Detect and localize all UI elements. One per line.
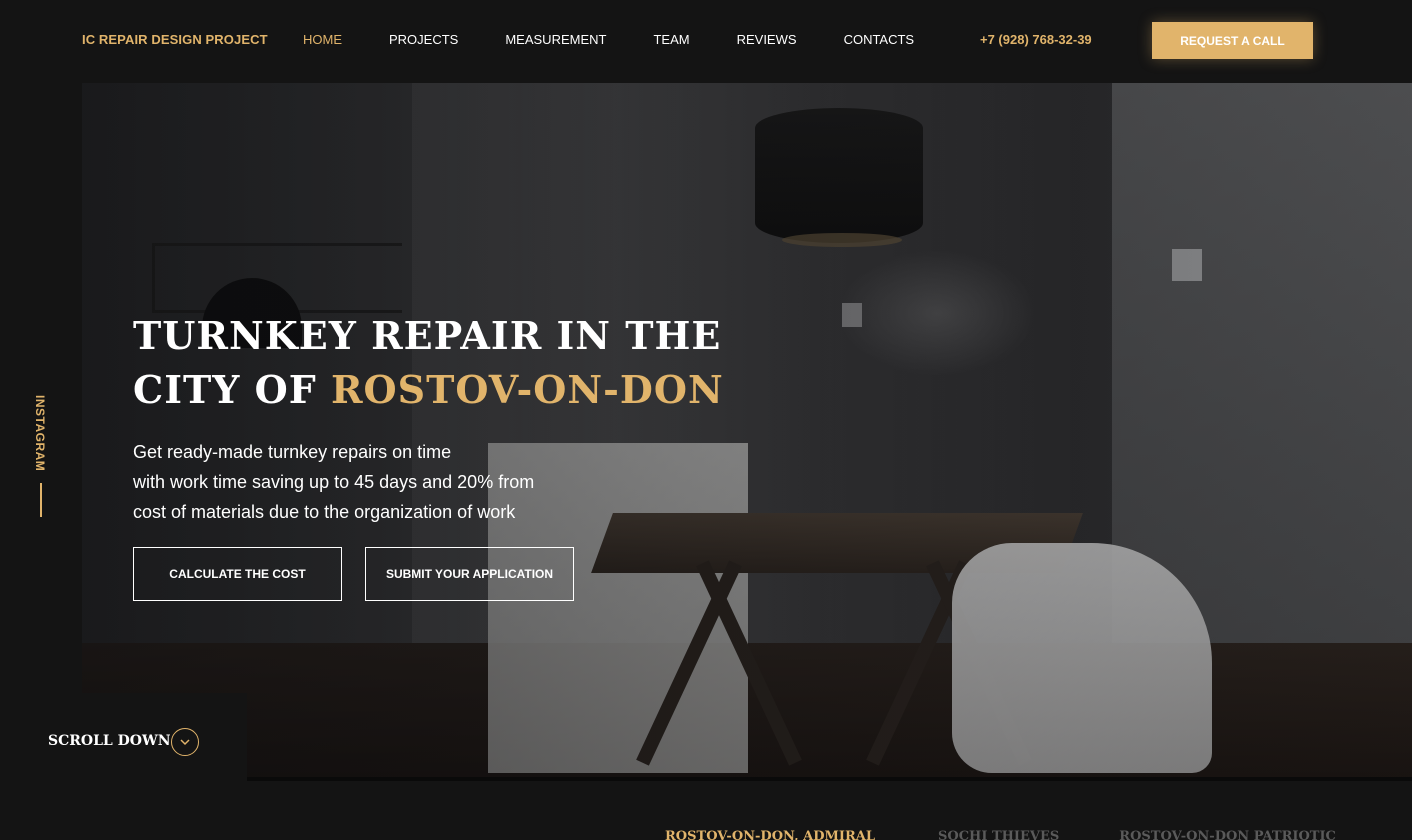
project-tab-rostov-admiral[interactable]: ROSTOV-ON-DON, ADMIRAL xyxy=(665,829,875,840)
project-tab-sochi-thieves[interactable]: SOCHI THIEVES xyxy=(938,829,1059,840)
nav-item-contacts[interactable]: CONTACTS xyxy=(844,32,915,48)
project-tab-rostov-patriotic[interactable]: ROSTOV-ON-DON PATRIOTIC xyxy=(1119,829,1336,840)
hero-subtitle-line: Get ready-made turnkey repairs on time xyxy=(133,442,452,462)
nav-item-projects[interactable]: PROJECTS xyxy=(389,32,458,48)
request-call-button[interactable]: REQUEST A CALL xyxy=(1152,22,1313,59)
hero-title-city: ROSTOV-ON-DON xyxy=(330,367,724,412)
hero-subtitle: Get ready-made turnkey repairs on time w… xyxy=(133,437,603,527)
scroll-down-button[interactable] xyxy=(171,728,199,756)
hero-subtitle-line: with work time saving up to 45 days and … xyxy=(133,472,535,492)
chevron-down-icon xyxy=(180,739,190,746)
instagram-divider xyxy=(40,483,42,517)
nav-item-home[interactable]: HOME xyxy=(303,32,342,48)
main-nav: HOME PROJECTS MEASUREMENT TEAM REVIEWS C… xyxy=(303,32,914,48)
project-tabs: ROSTOV-ON-DON, ADMIRAL SOCHI THIEVES ROS… xyxy=(665,829,1336,840)
hero-section: TURNKEY REPAIR IN THE CITY OF ROSTOV-ON-… xyxy=(82,83,1412,777)
submit-application-button[interactable]: SUBMIT YOUR APPLICATION xyxy=(365,547,574,601)
hero-divider xyxy=(247,777,1412,781)
logo[interactable]: IC REPAIR DESIGN PROJECT xyxy=(82,32,268,47)
calculate-cost-button[interactable]: CALCULATE THE COST xyxy=(133,547,342,601)
scroll-down-label: SCROLL DOWN xyxy=(48,733,171,749)
site-header: IC REPAIR DESIGN PROJECT HOME PROJECTS M… xyxy=(0,0,1412,82)
hero-title-line2-prefix: CITY OF xyxy=(133,367,331,412)
nav-item-reviews[interactable]: REVIEWS xyxy=(737,32,797,48)
nav-item-team[interactable]: TEAM xyxy=(653,32,689,48)
hero-title: TURNKEY REPAIR IN THE CITY OF ROSTOV-ON-… xyxy=(133,309,733,417)
hero-title-line1: TURNKEY REPAIR IN THE xyxy=(133,313,722,358)
phone-number[interactable]: +7 (928) 768-32-39 xyxy=(980,32,1092,47)
hero-subtitle-line: cost of materials due to the organizatio… xyxy=(133,502,516,522)
nav-item-measurement[interactable]: MEASUREMENT xyxy=(505,32,606,48)
instagram-link[interactable]: INSTAGRAM xyxy=(33,395,47,471)
